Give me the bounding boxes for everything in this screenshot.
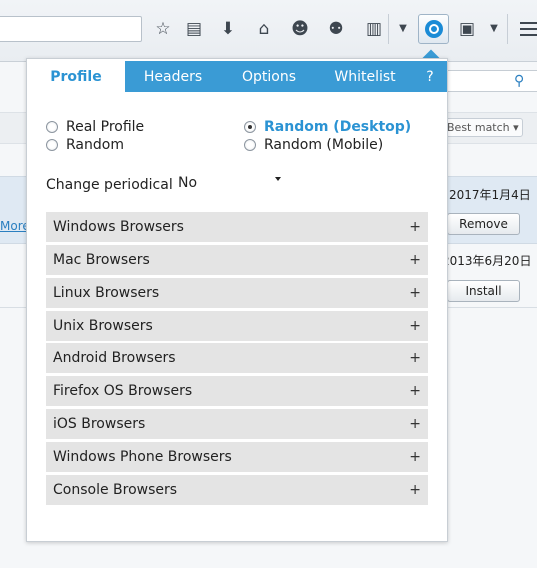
- expand-icon[interactable]: +: [409, 416, 421, 432]
- dropdown-icon[interactable]: ▼: [483, 18, 505, 40]
- clipboard-icon[interactable]: ▥: [363, 18, 385, 40]
- user-agent-icon: [424, 20, 443, 38]
- sort-dropdown[interactable]: Best match ▾: [443, 118, 523, 137]
- group-label: iOS Browsers: [53, 416, 146, 432]
- group-label: Firefox OS Browsers: [53, 383, 193, 399]
- group-label: Linux Browsers: [53, 285, 160, 301]
- expand-icon[interactable]: +: [409, 219, 421, 235]
- radio-random-desktop[interactable]: Random (Desktop): [244, 119, 411, 135]
- emoji-icon[interactable]: ☻: [289, 18, 311, 40]
- user-agent-button[interactable]: [418, 14, 449, 44]
- radio-button[interactable]: [244, 139, 256, 151]
- group-unix-browsers[interactable]: Unix Browsers +: [46, 311, 428, 341]
- expand-icon[interactable]: +: [409, 252, 421, 268]
- expand-icon[interactable]: +: [409, 449, 421, 465]
- radio-random[interactable]: Random: [46, 137, 124, 153]
- extension-icon[interactable]: ⚉: [325, 18, 347, 40]
- periodic-select[interactable]: No: [174, 172, 286, 194]
- radio-label: Random (Mobile): [264, 137, 384, 153]
- tab-whitelist[interactable]: Whitelist: [317, 61, 413, 92]
- remove-button[interactable]: Remove: [447, 213, 520, 235]
- user-agent-panel: Profile Headers Options Whitelist ? Real…: [26, 58, 448, 542]
- radio-button[interactable]: [244, 121, 256, 133]
- radio-label: Random: [66, 137, 124, 153]
- tab-options[interactable]: Options: [221, 61, 317, 92]
- star-icon[interactable]: ☆: [152, 18, 174, 40]
- group-label: Console Browsers: [53, 482, 178, 498]
- group-windows-phone-browsers[interactable]: Windows Phone Browsers +: [46, 442, 428, 472]
- item-date: 2013年6月20日: [442, 254, 532, 268]
- group-mac-browsers[interactable]: Mac Browsers +: [46, 245, 428, 275]
- install-button[interactable]: Install: [447, 280, 520, 302]
- radio-button[interactable]: [46, 121, 58, 133]
- tab-profile[interactable]: Profile: [27, 61, 125, 92]
- addon-icon[interactable]: ▣: [456, 18, 478, 40]
- dropdown-icon[interactable]: ▼: [392, 18, 414, 40]
- radio-real-profile[interactable]: Real Profile: [46, 119, 144, 135]
- url-input[interactable]: [0, 16, 142, 42]
- expand-icon[interactable]: +: [409, 285, 421, 301]
- menu-icon[interactable]: [520, 22, 537, 40]
- periodic-label: Change periodically:: [46, 177, 189, 193]
- expand-icon[interactable]: +: [409, 350, 421, 366]
- download-icon[interactable]: ⬇: [217, 18, 239, 40]
- group-linux-browsers[interactable]: Linux Browsers +: [46, 278, 428, 308]
- group-firefox-os-browsers[interactable]: Firefox OS Browsers +: [46, 376, 428, 406]
- radio-label: Real Profile: [66, 119, 145, 135]
- item-date: 2017年1月4日: [449, 188, 531, 202]
- chevron-down-icon[interactable]: [275, 177, 281, 181]
- home-icon[interactable]: ⌂: [253, 18, 275, 40]
- group-ios-browsers[interactable]: iOS Browsers +: [46, 409, 428, 439]
- panel-tabbar: Profile Headers Options Whitelist ?: [27, 61, 447, 92]
- group-android-browsers[interactable]: Android Browsers +: [46, 343, 428, 373]
- expand-icon[interactable]: +: [409, 318, 421, 334]
- group-label: Mac Browsers: [53, 252, 150, 268]
- tab-headers[interactable]: Headers: [125, 61, 221, 92]
- group-label: Windows Phone Browsers: [53, 449, 232, 465]
- expand-icon[interactable]: +: [409, 482, 421, 498]
- tab-help[interactable]: ?: [413, 61, 447, 92]
- group-label: Unix Browsers: [53, 318, 153, 334]
- reading-list-icon[interactable]: ▤: [183, 18, 205, 40]
- group-label: Windows Browsers: [53, 219, 184, 235]
- radio-random-mobile[interactable]: Random (Mobile): [244, 137, 383, 153]
- browser-toolbar: ☆ ▤ ⬇ ⌂ ☻ ⚉ ▥ ▼ ▣ ▼: [0, 0, 537, 62]
- radio-button[interactable]: [46, 139, 58, 151]
- toolbar-separator: [388, 14, 389, 44]
- group-label: Android Browsers: [53, 350, 176, 366]
- toolbar-separator: [507, 14, 508, 44]
- search-icon[interactable]: ⚲: [514, 73, 524, 89]
- expand-icon[interactable]: +: [409, 383, 421, 399]
- radio-label: Random (Desktop): [264, 119, 412, 135]
- group-console-browsers[interactable]: Console Browsers +: [46, 475, 428, 505]
- group-windows-browsers[interactable]: Windows Browsers +: [46, 212, 428, 242]
